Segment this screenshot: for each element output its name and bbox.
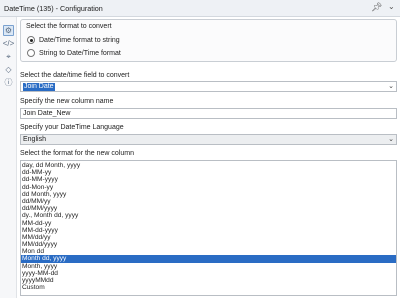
radio-button[interactable] (27, 49, 35, 57)
new-column-field[interactable] (20, 108, 397, 119)
radio-label: String to Date/Time format (39, 49, 121, 57)
code-icon[interactable]: </> (3, 38, 15, 49)
format-group-title: Select the format to convert (26, 23, 112, 30)
target-icon[interactable]: ⌖ (3, 51, 14, 62)
chevron-down-icon[interactable]: ⌄ (388, 135, 394, 143)
format-list-item[interactable]: MM-dd-yyyy (21, 227, 396, 234)
format-list-item[interactable]: Mon dd (21, 248, 396, 255)
format-list-item[interactable]: Month dd, yyyy (21, 255, 396, 263)
format-list-item[interactable]: dy., Month dd, yyyy (21, 212, 396, 219)
radio-string-to-datetime[interactable]: String to Date/Time format (27, 49, 121, 57)
new-column-input[interactable] (23, 109, 393, 118)
format-list-item[interactable]: dd/MM/yy (21, 198, 396, 205)
tool-rail: ⚙ </> ⌖ ◇ ⓘ (0, 17, 17, 298)
new-column-label: Specify the new column name (20, 98, 114, 105)
format-list-item[interactable]: dd-MM-yy (21, 169, 396, 176)
chevron-down-icon[interactable]: ⌄ (388, 82, 394, 90)
radio-label: Date/Time format to string (39, 36, 120, 44)
field-dropdown[interactable]: Join Date ⌄ (20, 81, 397, 92)
format-list-item[interactable]: dd-MM-yyyy (21, 176, 396, 183)
chevron-down-icon[interactable]: ⌄ (388, 2, 395, 11)
format-listbox[interactable]: day, dd Month, yyyy dd-MM-yy dd-MM-yyyy dd-… (20, 160, 397, 296)
format-group: Select the format to convert Date/Time f… (20, 19, 397, 62)
format-list-item[interactable]: Month, yyyy (21, 263, 396, 270)
format-list-item[interactable]: yyyyMMdd (21, 277, 396, 284)
radio-button-checked[interactable] (27, 36, 35, 44)
radio-datetime-to-string[interactable]: Date/Time format to string (27, 36, 120, 44)
field-label: Select the date/time field to convert (20, 72, 130, 79)
format-list-item[interactable]: yyyy-MM-dd (21, 270, 396, 277)
tag-icon[interactable]: ◇ (3, 64, 14, 75)
window-title: DateTime (135) - Configuration (4, 4, 103, 13)
title-bar: DateTime (135) - Configuration 📌︎ ⌄ (0, 0, 400, 17)
format-list-item[interactable]: Custom (21, 284, 396, 291)
format-list-item[interactable]: dd Month, yyyy (21, 191, 396, 198)
language-dropdown[interactable]: English ⌄ (20, 134, 397, 145)
format-list-item[interactable]: dd-Mon-yy (21, 184, 396, 191)
language-label: Specify your DateTime Language (20, 124, 124, 131)
language-dropdown-value: English (23, 136, 46, 143)
format-list-item[interactable]: dd/MM/yyyy (21, 205, 396, 212)
help-icon[interactable]: ⓘ (3, 77, 14, 88)
format-list-item[interactable]: MM/dd/yy (21, 234, 396, 241)
format-list-item[interactable]: MM-dd-yy (21, 220, 396, 227)
gear-icon[interactable]: ⚙ (3, 25, 14, 36)
pin-icon[interactable]: 📌︎ (371, 2, 382, 13)
field-dropdown-value: Join Date (23, 83, 55, 91)
format-list-item[interactable]: MM/dd/yyyy (21, 241, 396, 248)
formats-label: Select the format for the new column (20, 150, 134, 157)
format-list-item[interactable]: day, dd Month, yyyy (21, 162, 396, 169)
